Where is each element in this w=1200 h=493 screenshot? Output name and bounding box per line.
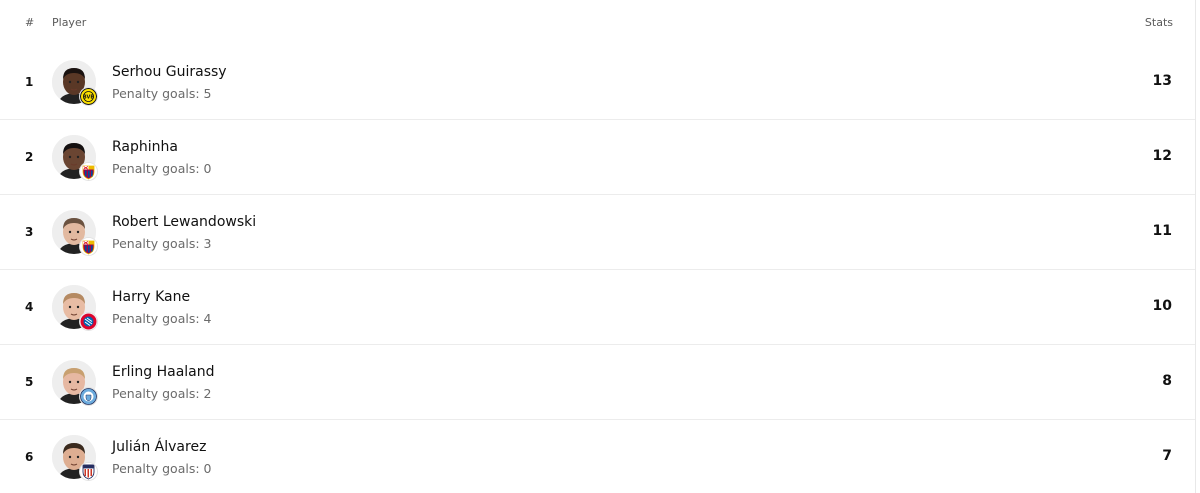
player-avatar[interactable] [52,210,97,255]
player-avatar[interactable]: BVB [52,60,97,105]
barcelona-badge-icon [80,163,97,180]
bayern-badge-icon [80,313,97,330]
player-name[interactable]: Harry Kane [112,289,190,305]
barcelona-badge-icon [80,238,97,255]
player-name[interactable]: Serhou Guirassy [112,64,227,80]
goals-stat: 11 [1152,223,1172,239]
table-row[interactable]: 1 BVB Serhou Guirassy Penalty goals: 5 13 [0,45,1195,120]
top-scorers-table: # Player Stats 1 BVB Serhou Guirassy Penalt… [0,0,1196,493]
table-row[interactable]: 3 Robert Lewandowski Penalty goals: 3 11 [0,195,1195,270]
goals-stat: 13 [1152,73,1172,89]
penalty-goals-text: Penalty goals: 4 [112,311,212,326]
player-avatar[interactable] [52,285,97,330]
goals-stat: 8 [1162,373,1172,389]
rank-column-header: # [25,16,35,29]
table-row[interactable]: 2 Raphinha Penalty goals: 0 12 [0,120,1195,195]
man-city-badge-icon [80,388,97,405]
player-avatar[interactable] [52,360,97,405]
rank-number: 4 [25,300,34,314]
rank-number: 2 [25,150,34,164]
table-row[interactable]: 4 Harry Kane Penalty goals: 4 10 [0,270,1195,345]
goals-stat: 10 [1152,298,1172,314]
table-row[interactable]: 5 Erling Haaland Penalty goals: 2 8 [0,345,1195,420]
rank-number: 3 [25,225,34,239]
rank-number: 6 [25,450,34,464]
stats-column-header[interactable]: Stats [1145,16,1173,29]
atletico-badge-icon [80,463,97,480]
player-name[interactable]: Erling Haaland [112,364,215,380]
rank-number: 5 [25,375,34,389]
player-column-header: Player [52,16,87,29]
rank-number: 1 [25,75,34,89]
penalty-goals-text: Penalty goals: 2 [112,386,212,401]
dortmund-badge-icon: BVB [80,88,97,105]
player-name[interactable]: Robert Lewandowski [112,214,256,230]
player-name[interactable]: Julián Álvarez [112,439,206,455]
penalty-goals-text: Penalty goals: 3 [112,236,212,251]
svg-text:BVB: BVB [83,95,94,101]
penalty-goals-text: Penalty goals: 0 [112,161,212,176]
goals-stat: 12 [1152,148,1172,164]
table-row[interactable]: 6 Julián Álvarez Penalty goals: 0 7 [0,420,1195,493]
table-body: 1 BVB Serhou Guirassy Penalty goals: 5 13 2 Ra… [0,45,1195,493]
penalty-goals-text: Penalty goals: 5 [112,86,212,101]
goals-stat: 7 [1162,448,1172,464]
player-name[interactable]: Raphinha [112,139,178,155]
penalty-goals-text: Penalty goals: 0 [112,461,212,476]
table-header: # Player Stats [0,0,1195,45]
player-avatar[interactable] [52,135,97,180]
player-avatar[interactable] [52,435,97,480]
